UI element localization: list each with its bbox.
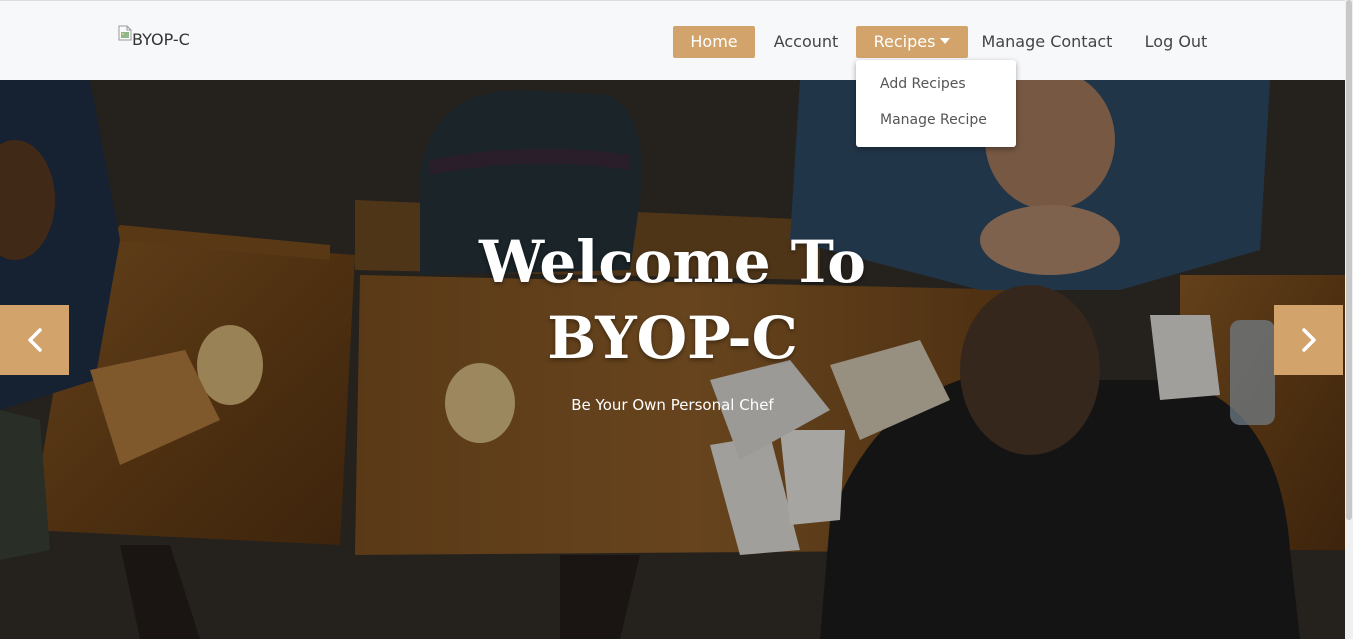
nav-logout[interactable]: Log Out: [1135, 26, 1217, 58]
nav-manage-contact[interactable]: Manage Contact: [977, 26, 1117, 58]
hero-title-line1: Welcome To: [479, 228, 866, 296]
carousel-next-button[interactable]: [1274, 305, 1343, 375]
chevron-right-icon: [1301, 328, 1316, 352]
scrollbar-thumb[interactable]: [1346, 0, 1352, 520]
brand-logo[interactable]: BYOP-C: [118, 25, 190, 53]
nav-home[interactable]: Home: [673, 26, 755, 58]
top-navbar: BYOP-C Home Account Recipes Manage Conta…: [0, 0, 1345, 80]
vertical-scrollbar[interactable]: [1345, 0, 1353, 639]
hero-carousel: Welcome To BYOP-C Be Your Own Personal C…: [0, 80, 1345, 639]
recipes-dropdown-menu: Add Recipes Manage Recipe: [856, 60, 1016, 147]
dropdown-item-add-recipes[interactable]: Add Recipes: [880, 76, 966, 92]
dropdown-item-manage-recipe[interactable]: Manage Recipe: [880, 112, 987, 128]
hero-subtitle: Be Your Own Personal Chef: [571, 396, 774, 414]
broken-image-icon: [118, 25, 132, 41]
chevron-left-icon: [27, 328, 42, 352]
nav-recipes-label: Recipes: [873, 32, 936, 51]
hero-title: Welcome To BYOP-C: [0, 224, 1345, 376]
nav-recipes-dropdown[interactable]: Recipes: [856, 26, 968, 58]
hero-title-line2: BYOP-C: [547, 304, 798, 372]
nav-account[interactable]: Account: [765, 26, 847, 58]
carousel-prev-button[interactable]: [0, 305, 69, 375]
caret-down-icon: [940, 38, 951, 44]
brand-alt-text: BYOP-C: [132, 30, 190, 49]
